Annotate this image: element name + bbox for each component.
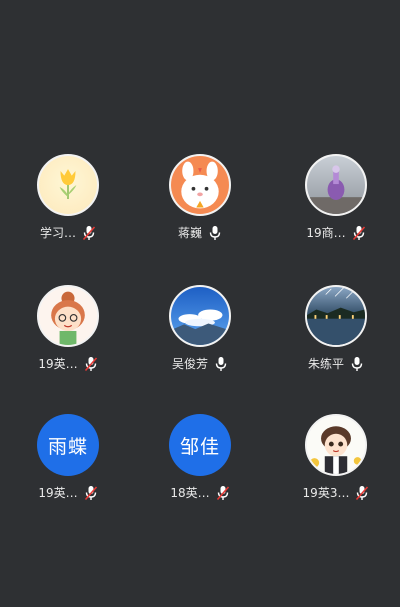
- participant-name: 18英…: [170, 486, 210, 500]
- participant-tile[interactable]: 蒋巍: [140, 154, 260, 254]
- mic-icon[interactable]: [214, 356, 228, 372]
- participant-name-row: 学习…: [8, 224, 128, 242]
- participant-name: 吴俊芳: [171, 357, 208, 371]
- participant-tile[interactable]: 雨蝶 19英…: [8, 414, 128, 514]
- participant-name-row: 朱练平: [276, 355, 396, 373]
- participant-name: 19英…: [38, 357, 78, 371]
- participant-name: 学习…: [39, 226, 76, 240]
- participant-tile[interactable]: 19英3…: [276, 414, 396, 514]
- cartoon-bunny-icon: [169, 154, 231, 216]
- mic-icon[interactable]: [208, 225, 222, 241]
- participant-tile[interactable]: 学习…: [8, 154, 128, 254]
- participant-tile[interactable]: 19英…: [8, 285, 128, 385]
- participant-name-row: 吴俊芳: [140, 355, 260, 373]
- mic-icon[interactable]: [350, 356, 364, 372]
- participant-name-row: 蒋巍: [140, 224, 260, 242]
- mic-muted-icon[interactable]: [352, 225, 366, 241]
- participant-name: 19英3…: [302, 486, 350, 500]
- mic-muted-icon[interactable]: [355, 485, 369, 501]
- tulip-icon: [37, 154, 99, 216]
- participant-tile[interactable]: 邹佳 18英…: [140, 414, 260, 514]
- participant-tile[interactable]: 19商…: [276, 154, 396, 254]
- participant-grid: 学习… 蒋巍 19商… 19英… 吴俊芳 朱练平 雨蝶 19英… 邹佳 18英……: [0, 154, 400, 514]
- night-lake-photo-icon: [305, 285, 367, 347]
- blue-sky-photo-icon: [169, 285, 231, 347]
- text-avatar: 雨蝶: [37, 414, 99, 476]
- participant-name-row: 18英…: [140, 484, 260, 502]
- participant-name: 19英…: [38, 486, 78, 500]
- participant-tile[interactable]: 朱练平: [276, 285, 396, 385]
- mic-muted-icon[interactable]: [84, 356, 98, 372]
- text-avatar: 邹佳: [169, 414, 231, 476]
- meeting-screen: 学习… 蒋巍 19商… 19英… 吴俊芳 朱练平 雨蝶 19英… 邹佳 18英……: [0, 0, 400, 607]
- mic-muted-icon[interactable]: [216, 485, 230, 501]
- participant-name: 朱练平: [307, 357, 344, 371]
- participant-name-row: 19英…: [8, 484, 128, 502]
- mic-muted-icon[interactable]: [84, 485, 98, 501]
- participant-name-row: 19商…: [276, 224, 396, 242]
- participant-name: 蒋巍: [177, 226, 202, 240]
- mic-muted-icon[interactable]: [82, 225, 96, 241]
- participant-name: 19商…: [306, 226, 346, 240]
- cartoon-girl-icon: [37, 285, 99, 347]
- cartoon-boy-icon: [305, 414, 367, 476]
- participant-name-row: 19英…: [8, 355, 128, 373]
- photo-vase-icon: [305, 154, 367, 216]
- participant-tile[interactable]: 吴俊芳: [140, 285, 260, 385]
- participant-name-row: 19英3…: [276, 484, 396, 502]
